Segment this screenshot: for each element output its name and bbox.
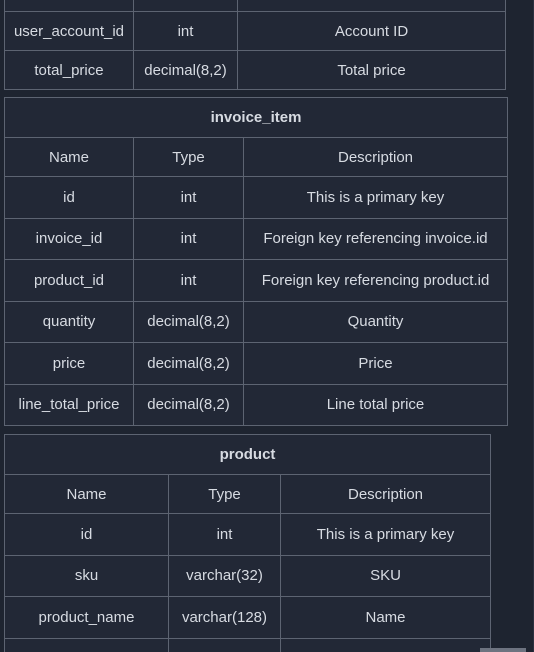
- column-description-cell: SKU: [279, 554, 492, 597]
- product-table: product Name Type Description id int Thi…: [3, 434, 492, 652]
- column-description-cell: Foreign key referencing invoice.id: [243, 217, 508, 260]
- table-row: quantity decimal(8,2) Quantity: [4, 300, 508, 343]
- column-type-cell: int: [133, 11, 238, 51]
- column-description-cell: This is a primary key: [243, 176, 508, 219]
- horizontal-scrollbar-thumb[interactable]: [480, 648, 526, 652]
- table-row: user_account_id int Account ID: [4, 11, 506, 51]
- table-row: product_id int Foreign key referencing p…: [4, 259, 508, 302]
- table-header-row: Name Type Description: [4, 474, 492, 514]
- table-row: sku varchar(32) SKU: [4, 554, 492, 597]
- column-name-cell: user_account_id: [4, 11, 134, 51]
- table-title: product: [3, 434, 492, 475]
- table-row: total_price decimal(8,2) Total price: [4, 50, 506, 90]
- table-row: [4, 0, 506, 12]
- column-type-cell: int: [168, 513, 281, 556]
- column-type-cell: varchar(128): [168, 596, 281, 639]
- header-description: Description: [243, 137, 508, 177]
- column-type-cell: decimal(8,2): [133, 342, 244, 385]
- column-type-cell: int: [133, 259, 244, 302]
- table-row: line_total_price decimal(8,2) Line total…: [4, 383, 508, 426]
- column-description-cell: Foreign key referencing product.id: [243, 259, 508, 302]
- column-type-cell: int: [133, 217, 244, 260]
- table-title: invoice_item: [4, 97, 508, 138]
- header-name: Name: [4, 474, 169, 514]
- table-row: product_name varchar(128) Name: [4, 596, 492, 639]
- column-description-cell: Price: [243, 342, 508, 385]
- column-description-cell: Account ID: [237, 11, 506, 51]
- table-row: [4, 637, 492, 652]
- column-description-cell: [279, 637, 492, 652]
- column-name-cell: quantity: [4, 300, 134, 343]
- column-description-cell: Line total price: [243, 383, 508, 426]
- header-name: Name: [4, 137, 134, 177]
- column-type-cell: [133, 0, 238, 12]
- column-name-cell: total_price: [4, 50, 134, 90]
- table-header-row: Name Type Description: [4, 137, 508, 177]
- header-description: Description: [279, 474, 492, 514]
- invoice-item-table: invoice_item Name Type Description id in…: [4, 97, 508, 426]
- header-type: Type: [133, 137, 244, 177]
- column-type-cell: [168, 637, 281, 652]
- table-row: invoice_id int Foreign key referencing i…: [4, 217, 508, 260]
- column-name-cell: price: [4, 342, 134, 385]
- column-name-cell: product_id: [4, 259, 134, 302]
- table-row: id int This is a primary key: [4, 513, 492, 556]
- column-type-cell: varchar(32): [168, 554, 281, 597]
- column-name-cell: id: [4, 513, 169, 556]
- column-name-cell: sku: [4, 554, 169, 597]
- column-type-cell: decimal(8,2): [133, 300, 244, 343]
- column-name-cell: product_name: [4, 596, 169, 639]
- column-description-cell: Total price: [237, 50, 506, 90]
- column-name-cell: line_total_price: [4, 383, 134, 426]
- column-name-cell: [4, 0, 134, 12]
- column-description-cell: This is a primary key: [279, 513, 492, 556]
- document-viewport: user_account_id int Account ID total_pri…: [0, 0, 534, 652]
- column-name-cell: [4, 637, 169, 652]
- column-description-cell: Name: [279, 596, 492, 639]
- table-row: price decimal(8,2) Price: [4, 342, 508, 385]
- column-description-cell: [237, 0, 506, 12]
- table-row: id int This is a primary key: [4, 176, 508, 219]
- column-type-cell: int: [133, 176, 244, 219]
- column-type-cell: decimal(8,2): [133, 383, 244, 426]
- column-name-cell: id: [4, 176, 134, 219]
- column-type-cell: decimal(8,2): [133, 50, 238, 90]
- header-type: Type: [168, 474, 281, 514]
- column-description-cell: Quantity: [243, 300, 508, 343]
- column-name-cell: invoice_id: [4, 217, 134, 260]
- invoice-table: user_account_id int Account ID total_pri…: [4, 0, 506, 90]
